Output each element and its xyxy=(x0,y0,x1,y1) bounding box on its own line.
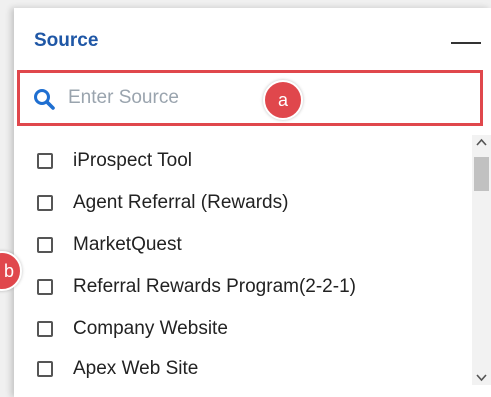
checkbox[interactable] xyxy=(37,195,53,211)
collapse-icon[interactable] xyxy=(451,42,481,44)
list-item-label: MarketQuest xyxy=(73,234,182,255)
list-item-label: Agent Referral (Rewards) xyxy=(73,192,289,213)
checkbox[interactable] xyxy=(37,361,53,377)
search-icon xyxy=(34,89,55,110)
list-item[interactable]: Referral Rewards Program(2-2-1) xyxy=(0,270,440,310)
list-item-label: Apex Web Site xyxy=(73,358,199,379)
list-item[interactable]: MarketQuest xyxy=(0,228,440,268)
callout-badge-a: a xyxy=(263,80,303,120)
search-input[interactable] xyxy=(68,83,368,113)
chevron-down-icon[interactable] xyxy=(472,369,491,385)
callout-badge-a-label: a xyxy=(277,89,288,110)
search-box xyxy=(17,70,483,126)
list-item[interactable]: Company Website xyxy=(0,312,440,352)
checkbox[interactable] xyxy=(37,237,53,253)
list-item-label: Company Website xyxy=(73,318,228,339)
list-item[interactable]: iProspect Tool xyxy=(0,144,440,184)
list-item[interactable]: Agent Referral (Rewards) xyxy=(0,186,440,226)
list-item-label: Referral Rewards Program(2-2-1) xyxy=(73,276,356,297)
scrollbar[interactable] xyxy=(472,135,491,385)
checkbox[interactable] xyxy=(37,279,53,295)
scroll-thumb[interactable] xyxy=(474,157,489,191)
list-item-label: iProspect Tool xyxy=(73,150,192,171)
list-item[interactable]: Apex Web Site xyxy=(0,352,440,392)
checkbox[interactable] xyxy=(37,321,53,337)
panel-title: Source xyxy=(34,30,99,51)
checkbox[interactable] xyxy=(37,153,53,169)
chevron-up-icon[interactable] xyxy=(472,135,491,151)
